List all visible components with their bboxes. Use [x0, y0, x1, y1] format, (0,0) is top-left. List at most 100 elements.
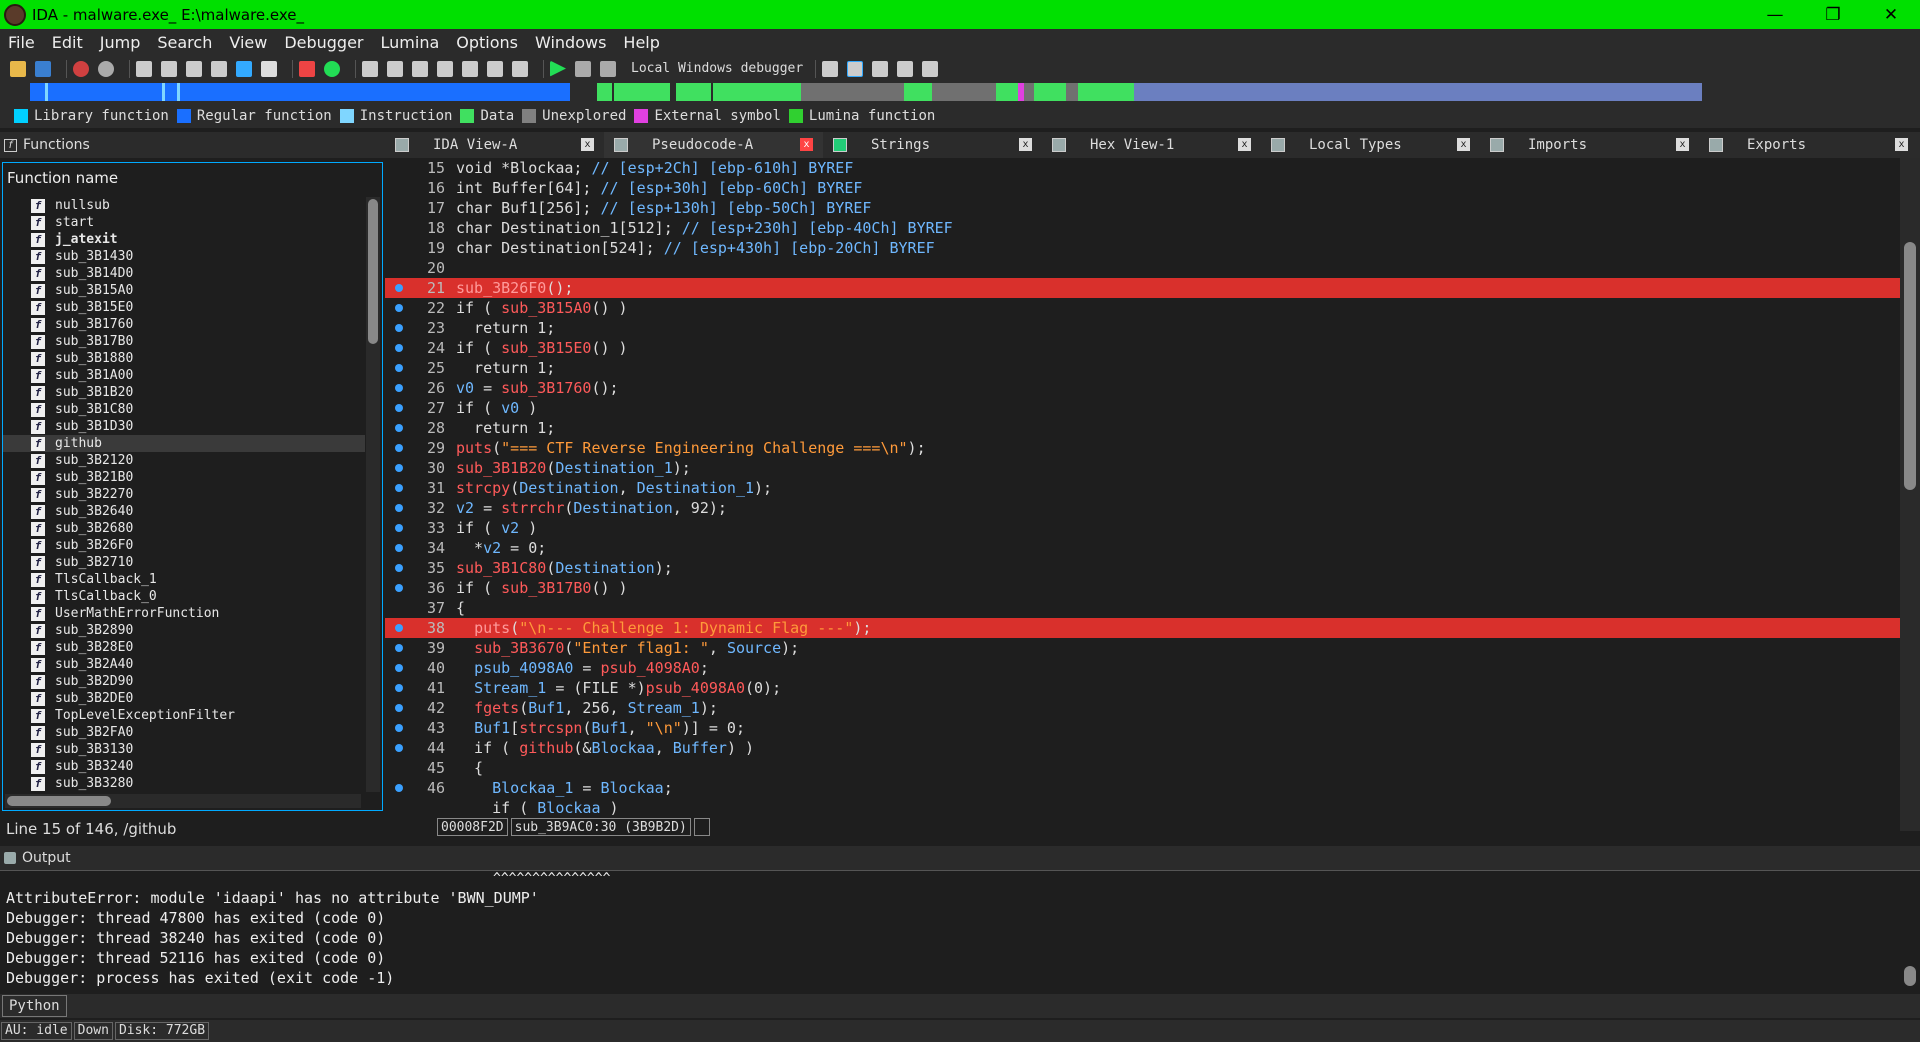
code-line[interactable]: 45 {	[385, 758, 1920, 778]
function-list-item[interactable]: f sub_3B26F0	[3, 537, 365, 554]
undefine-icon[interactable]	[462, 60, 478, 77]
code-line[interactable]: 25 return 1;	[385, 358, 1920, 378]
function-list-item[interactable]: f sub_3B2FA0	[3, 724, 365, 741]
text-icon[interactable]	[261, 60, 277, 77]
code-line[interactable]: 38 puts("\n--- Challenge 1: Dynamic Flag…	[385, 618, 1920, 638]
code-line[interactable]: 29 puts("=== CTF Reverse Engineering Chal…	[385, 438, 1920, 458]
function-list-item[interactable]: f sub_3B1A00	[3, 367, 365, 384]
tab-pseudocode-a[interactable]: Pseudocode-A x	[604, 132, 823, 158]
minimize-button[interactable]: —	[1746, 0, 1804, 29]
breakpoint-dot-icon[interactable]	[395, 404, 403, 412]
function-list-item[interactable]: f sub_3B2120	[3, 452, 365, 469]
close-icon[interactable]: x	[800, 138, 813, 151]
menu-edit[interactable]: Edit	[52, 33, 83, 52]
close-icon[interactable]: x	[1895, 138, 1908, 151]
breakpoint-dot-icon[interactable]	[395, 524, 403, 532]
breakpoint-dot-icon[interactable]	[395, 724, 403, 732]
code-line[interactable]: 44 if ( github(&Blockaa, Buffer) )	[385, 738, 1920, 758]
breakpoint-icon[interactable]	[299, 60, 315, 77]
code-line[interactable]: 23 return 1;	[385, 318, 1920, 338]
search-icon[interactable]	[186, 60, 202, 77]
menu-search[interactable]: Search	[157, 33, 212, 52]
breakpoint-dot-icon[interactable]	[395, 704, 403, 712]
run-to-icon[interactable]	[324, 60, 340, 77]
code-line[interactable]: 30 sub_3B1B20(Destination_1);	[385, 458, 1920, 478]
tab-hex-view-1[interactable]: Hex View-1 x	[1042, 132, 1261, 158]
function-list-item[interactable]: f sub_3B1C80	[3, 401, 365, 418]
menu-lumina[interactable]: Lumina	[381, 33, 440, 52]
code-line[interactable]: 36 if ( sub_3B17B0() )	[385, 578, 1920, 598]
functions-vertical-scrollbar[interactable]	[366, 197, 380, 792]
function-list-item[interactable]: f TopLevelExceptionFilter	[3, 707, 365, 724]
function-list-item[interactable]: f sub_3B3280	[3, 775, 365, 792]
code-line[interactable]: 22 if ( sub_3B15A0() )	[385, 298, 1920, 318]
code-line[interactable]: 16 int Buffer[64]; // [esp+30h] [ebp-60Ch…	[385, 178, 1920, 198]
close-icon[interactable]: x	[1676, 138, 1689, 151]
function-list-item[interactable]: f sub_3B1760	[3, 316, 365, 333]
function-list-item[interactable]: f sub_3B17B0	[3, 333, 365, 350]
close-button[interactable]: ✕	[1862, 0, 1920, 29]
function-list-item[interactable]: f UserMathErrorFunction	[3, 605, 365, 622]
output-scrollbar[interactable]	[1904, 966, 1916, 986]
function-list-item[interactable]: f sub_3B15E0	[3, 299, 365, 316]
pause-icon[interactable]	[575, 60, 591, 77]
code-line[interactable]: 19 char Destination[524]; // [esp+430h] […	[385, 238, 1920, 258]
code-line[interactable]: 18 char Destination_1[512]; // [esp+230h]…	[385, 218, 1920, 238]
function-list-item[interactable]: f sub_3B3130	[3, 741, 365, 758]
code-line[interactable]: 42 fgets(Buf1, 256, Stream_1);	[385, 698, 1920, 718]
breakpoint-dot-icon[interactable]	[395, 324, 403, 332]
breakpoint-dot-icon[interactable]	[395, 304, 403, 312]
breakpoint-dot-icon[interactable]	[395, 444, 403, 452]
code-line[interactable]: 24 if ( sub_3B15E0() )	[385, 338, 1920, 358]
menu-file[interactable]: File	[8, 33, 35, 52]
step-into-icon[interactable]	[822, 60, 839, 77]
play-icon[interactable]	[550, 60, 566, 77]
code-line[interactable]: 40 psub_4098A0 = psub_4098A0;	[385, 658, 1920, 678]
python-button[interactable]: Python	[2, 995, 67, 1017]
code-icon[interactable]	[362, 60, 378, 77]
forward-icon[interactable]	[98, 60, 114, 77]
binary-icon[interactable]	[136, 60, 152, 77]
breakpoint-dot-icon[interactable]	[395, 504, 403, 512]
breakpoint-dot-icon[interactable]	[395, 784, 403, 792]
code-line[interactable]: 33 if ( v2 )	[385, 518, 1920, 538]
code-line[interactable]: 31 strcpy(Destination, Destination_1);	[385, 478, 1920, 498]
breakpoint-dot-icon[interactable]	[395, 564, 403, 572]
close-icon[interactable]: x	[1238, 138, 1251, 151]
scrollbar-thumb[interactable]	[368, 199, 378, 344]
code-line[interactable]: 37 {	[385, 598, 1920, 618]
function-list-item[interactable]: f sub_3B1D30	[3, 418, 365, 435]
function-list-item[interactable]: f sub_3B2D90	[3, 673, 365, 690]
breakpoint-dot-icon[interactable]	[395, 624, 403, 632]
code-line[interactable]: 43 Buf1[strcspn(Buf1, "\n")] = 0;	[385, 718, 1920, 738]
function-list-item[interactable]: f sub_3B14D0	[3, 265, 365, 282]
code-line[interactable]: 28 return 1;	[385, 418, 1920, 438]
scrollbar-thumb[interactable]	[7, 796, 111, 806]
code-line[interactable]: 27 if ( v0 )	[385, 398, 1920, 418]
function-list-item[interactable]: f sub_3B1430	[3, 248, 365, 265]
breakpoint-dot-icon[interactable]	[395, 544, 403, 552]
code-line[interactable]: 20	[385, 258, 1920, 278]
function-list-item[interactable]: f sub_3B2890	[3, 622, 365, 639]
code-line[interactable]: 17 char Buf1[256]; // [esp+130h] [ebp-50C…	[385, 198, 1920, 218]
function-list-item[interactable]: f TlsCallback_0	[3, 588, 365, 605]
scrollbar-thumb[interactable]	[1904, 242, 1916, 490]
align-icon[interactable]	[897, 60, 914, 77]
menu-view[interactable]: View	[229, 33, 267, 52]
breakpoint-dot-icon[interactable]	[395, 344, 403, 352]
function-list-item[interactable]: f sub_3B15A0	[3, 282, 365, 299]
function-list-item[interactable]: f sub_3B2A40	[3, 656, 365, 673]
breakpoint-dot-icon[interactable]	[395, 424, 403, 432]
menu-help[interactable]: Help	[623, 33, 659, 52]
function-list-item[interactable]: f sub_3B1B20	[3, 384, 365, 401]
menu-options[interactable]: Options	[456, 33, 518, 52]
close-icon[interactable]: x	[1019, 138, 1032, 151]
breakpoint-dot-icon[interactable]	[395, 664, 403, 672]
list-icon[interactable]	[872, 60, 889, 77]
code-line[interactable]: if ( Blockaa )	[385, 798, 1920, 818]
code-line[interactable]: 26 v0 = sub_3B1760();	[385, 378, 1920, 398]
text-search-icon[interactable]	[211, 60, 227, 77]
back-icon[interactable]	[73, 60, 89, 77]
function-list-item[interactable]: f j_atexit	[3, 231, 365, 248]
breakpoint-dot-icon[interactable]	[395, 584, 403, 592]
